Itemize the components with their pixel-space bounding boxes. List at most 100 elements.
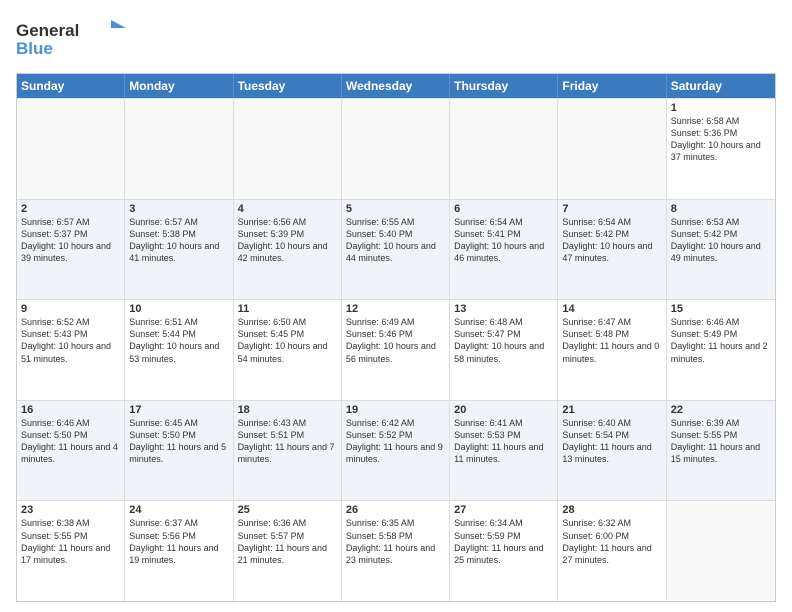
calendar-cell: 28Sunrise: 6:32 AM Sunset: 6:00 PM Dayli…	[558, 501, 666, 601]
calendar-cell: 23Sunrise: 6:38 AM Sunset: 5:55 PM Dayli…	[17, 501, 125, 601]
calendar-cell: 12Sunrise: 6:49 AM Sunset: 5:46 PM Dayli…	[342, 300, 450, 400]
day-info: Sunrise: 6:48 AM Sunset: 5:47 PM Dayligh…	[454, 316, 553, 365]
calendar-cell: 25Sunrise: 6:36 AM Sunset: 5:57 PM Dayli…	[234, 501, 342, 601]
day-info: Sunrise: 6:35 AM Sunset: 5:58 PM Dayligh…	[346, 517, 445, 566]
day-info: Sunrise: 6:32 AM Sunset: 6:00 PM Dayligh…	[562, 517, 661, 566]
weekday-header-monday: Monday	[125, 74, 233, 98]
calendar-cell: 3Sunrise: 6:57 AM Sunset: 5:38 PM Daylig…	[125, 200, 233, 300]
day-number: 17	[129, 404, 228, 416]
day-number: 11	[238, 303, 337, 315]
logo: General Blue	[16, 16, 126, 63]
calendar-cell: 6Sunrise: 6:54 AM Sunset: 5:41 PM Daylig…	[450, 200, 558, 300]
day-info: Sunrise: 6:38 AM Sunset: 5:55 PM Dayligh…	[21, 517, 120, 566]
calendar-cell: 2Sunrise: 6:57 AM Sunset: 5:37 PM Daylig…	[17, 200, 125, 300]
day-info: Sunrise: 6:42 AM Sunset: 5:52 PM Dayligh…	[346, 417, 445, 466]
day-info: Sunrise: 6:55 AM Sunset: 5:40 PM Dayligh…	[346, 216, 445, 265]
calendar-header: SundayMondayTuesdayWednesdayThursdayFrid…	[17, 74, 775, 98]
day-number: 7	[562, 203, 661, 215]
calendar-cell	[234, 99, 342, 199]
svg-text:General: General	[16, 21, 79, 40]
day-number: 5	[346, 203, 445, 215]
calendar-cell: 13Sunrise: 6:48 AM Sunset: 5:47 PM Dayli…	[450, 300, 558, 400]
day-info: Sunrise: 6:53 AM Sunset: 5:42 PM Dayligh…	[671, 216, 771, 265]
day-number: 14	[562, 303, 661, 315]
calendar-cell	[342, 99, 450, 199]
day-number: 22	[671, 404, 771, 416]
day-number: 24	[129, 504, 228, 516]
calendar-cell: 5Sunrise: 6:55 AM Sunset: 5:40 PM Daylig…	[342, 200, 450, 300]
day-info: Sunrise: 6:40 AM Sunset: 5:54 PM Dayligh…	[562, 417, 661, 466]
logo-svg: General Blue	[16, 16, 126, 58]
day-number: 6	[454, 203, 553, 215]
calendar-cell	[667, 501, 775, 601]
calendar-cell: 4Sunrise: 6:56 AM Sunset: 5:39 PM Daylig…	[234, 200, 342, 300]
day-number: 20	[454, 404, 553, 416]
calendar-cell	[125, 99, 233, 199]
day-number: 13	[454, 303, 553, 315]
calendar-cell: 17Sunrise: 6:45 AM Sunset: 5:50 PM Dayli…	[125, 401, 233, 501]
calendar-cell	[558, 99, 666, 199]
day-number: 25	[238, 504, 337, 516]
calendar-cell: 21Sunrise: 6:40 AM Sunset: 5:54 PM Dayli…	[558, 401, 666, 501]
day-number: 9	[21, 303, 120, 315]
day-number: 28	[562, 504, 661, 516]
day-info: Sunrise: 6:51 AM Sunset: 5:44 PM Dayligh…	[129, 316, 228, 365]
day-info: Sunrise: 6:46 AM Sunset: 5:49 PM Dayligh…	[671, 316, 771, 365]
day-info: Sunrise: 6:50 AM Sunset: 5:45 PM Dayligh…	[238, 316, 337, 365]
calendar-cell: 27Sunrise: 6:34 AM Sunset: 5:59 PM Dayli…	[450, 501, 558, 601]
calendar-cell: 11Sunrise: 6:50 AM Sunset: 5:45 PM Dayli…	[234, 300, 342, 400]
day-number: 27	[454, 504, 553, 516]
day-info: Sunrise: 6:57 AM Sunset: 5:38 PM Dayligh…	[129, 216, 228, 265]
calendar-row-0: 1Sunrise: 6:58 AM Sunset: 5:36 PM Daylig…	[17, 98, 775, 199]
day-number: 18	[238, 404, 337, 416]
header: General Blue	[16, 16, 776, 63]
calendar-row-1: 2Sunrise: 6:57 AM Sunset: 5:37 PM Daylig…	[17, 199, 775, 300]
calendar-cell: 9Sunrise: 6:52 AM Sunset: 5:43 PM Daylig…	[17, 300, 125, 400]
calendar-cell: 10Sunrise: 6:51 AM Sunset: 5:44 PM Dayli…	[125, 300, 233, 400]
day-info: Sunrise: 6:41 AM Sunset: 5:53 PM Dayligh…	[454, 417, 553, 466]
day-number: 26	[346, 504, 445, 516]
calendar-cell: 1Sunrise: 6:58 AM Sunset: 5:36 PM Daylig…	[667, 99, 775, 199]
calendar-cell: 7Sunrise: 6:54 AM Sunset: 5:42 PM Daylig…	[558, 200, 666, 300]
page: General Blue SundayMondayTuesdayWednesda…	[0, 0, 792, 612]
calendar-cell	[17, 99, 125, 199]
calendar-row-4: 23Sunrise: 6:38 AM Sunset: 5:55 PM Dayli…	[17, 500, 775, 601]
calendar-cell: 19Sunrise: 6:42 AM Sunset: 5:52 PM Dayli…	[342, 401, 450, 501]
svg-text:Blue: Blue	[16, 39, 53, 58]
day-info: Sunrise: 6:52 AM Sunset: 5:43 PM Dayligh…	[21, 316, 120, 365]
day-info: Sunrise: 6:49 AM Sunset: 5:46 PM Dayligh…	[346, 316, 445, 365]
day-number: 8	[671, 203, 771, 215]
calendar-cell: 24Sunrise: 6:37 AM Sunset: 5:56 PM Dayli…	[125, 501, 233, 601]
calendar-row-3: 16Sunrise: 6:46 AM Sunset: 5:50 PM Dayli…	[17, 400, 775, 501]
day-info: Sunrise: 6:54 AM Sunset: 5:41 PM Dayligh…	[454, 216, 553, 265]
calendar-cell: 22Sunrise: 6:39 AM Sunset: 5:55 PM Dayli…	[667, 401, 775, 501]
day-info: Sunrise: 6:56 AM Sunset: 5:39 PM Dayligh…	[238, 216, 337, 265]
calendar-body: 1Sunrise: 6:58 AM Sunset: 5:36 PM Daylig…	[17, 98, 775, 601]
weekday-header-wednesday: Wednesday	[342, 74, 450, 98]
day-info: Sunrise: 6:34 AM Sunset: 5:59 PM Dayligh…	[454, 517, 553, 566]
calendar-cell: 8Sunrise: 6:53 AM Sunset: 5:42 PM Daylig…	[667, 200, 775, 300]
weekday-header-thursday: Thursday	[450, 74, 558, 98]
day-number: 2	[21, 203, 120, 215]
weekday-header-friday: Friday	[558, 74, 666, 98]
calendar-cell: 15Sunrise: 6:46 AM Sunset: 5:49 PM Dayli…	[667, 300, 775, 400]
logo-block: General Blue	[16, 16, 126, 63]
calendar-cell: 18Sunrise: 6:43 AM Sunset: 5:51 PM Dayli…	[234, 401, 342, 501]
day-info: Sunrise: 6:36 AM Sunset: 5:57 PM Dayligh…	[238, 517, 337, 566]
day-number: 12	[346, 303, 445, 315]
day-number: 1	[671, 102, 771, 114]
day-number: 16	[21, 404, 120, 416]
calendar-row-2: 9Sunrise: 6:52 AM Sunset: 5:43 PM Daylig…	[17, 299, 775, 400]
day-number: 10	[129, 303, 228, 315]
day-number: 3	[129, 203, 228, 215]
weekday-header-tuesday: Tuesday	[234, 74, 342, 98]
day-number: 21	[562, 404, 661, 416]
calendar-cell: 16Sunrise: 6:46 AM Sunset: 5:50 PM Dayli…	[17, 401, 125, 501]
calendar: SundayMondayTuesdayWednesdayThursdayFrid…	[16, 73, 776, 602]
day-info: Sunrise: 6:37 AM Sunset: 5:56 PM Dayligh…	[129, 517, 228, 566]
day-number: 4	[238, 203, 337, 215]
day-number: 23	[21, 504, 120, 516]
day-info: Sunrise: 6:45 AM Sunset: 5:50 PM Dayligh…	[129, 417, 228, 466]
calendar-cell	[450, 99, 558, 199]
day-number: 19	[346, 404, 445, 416]
